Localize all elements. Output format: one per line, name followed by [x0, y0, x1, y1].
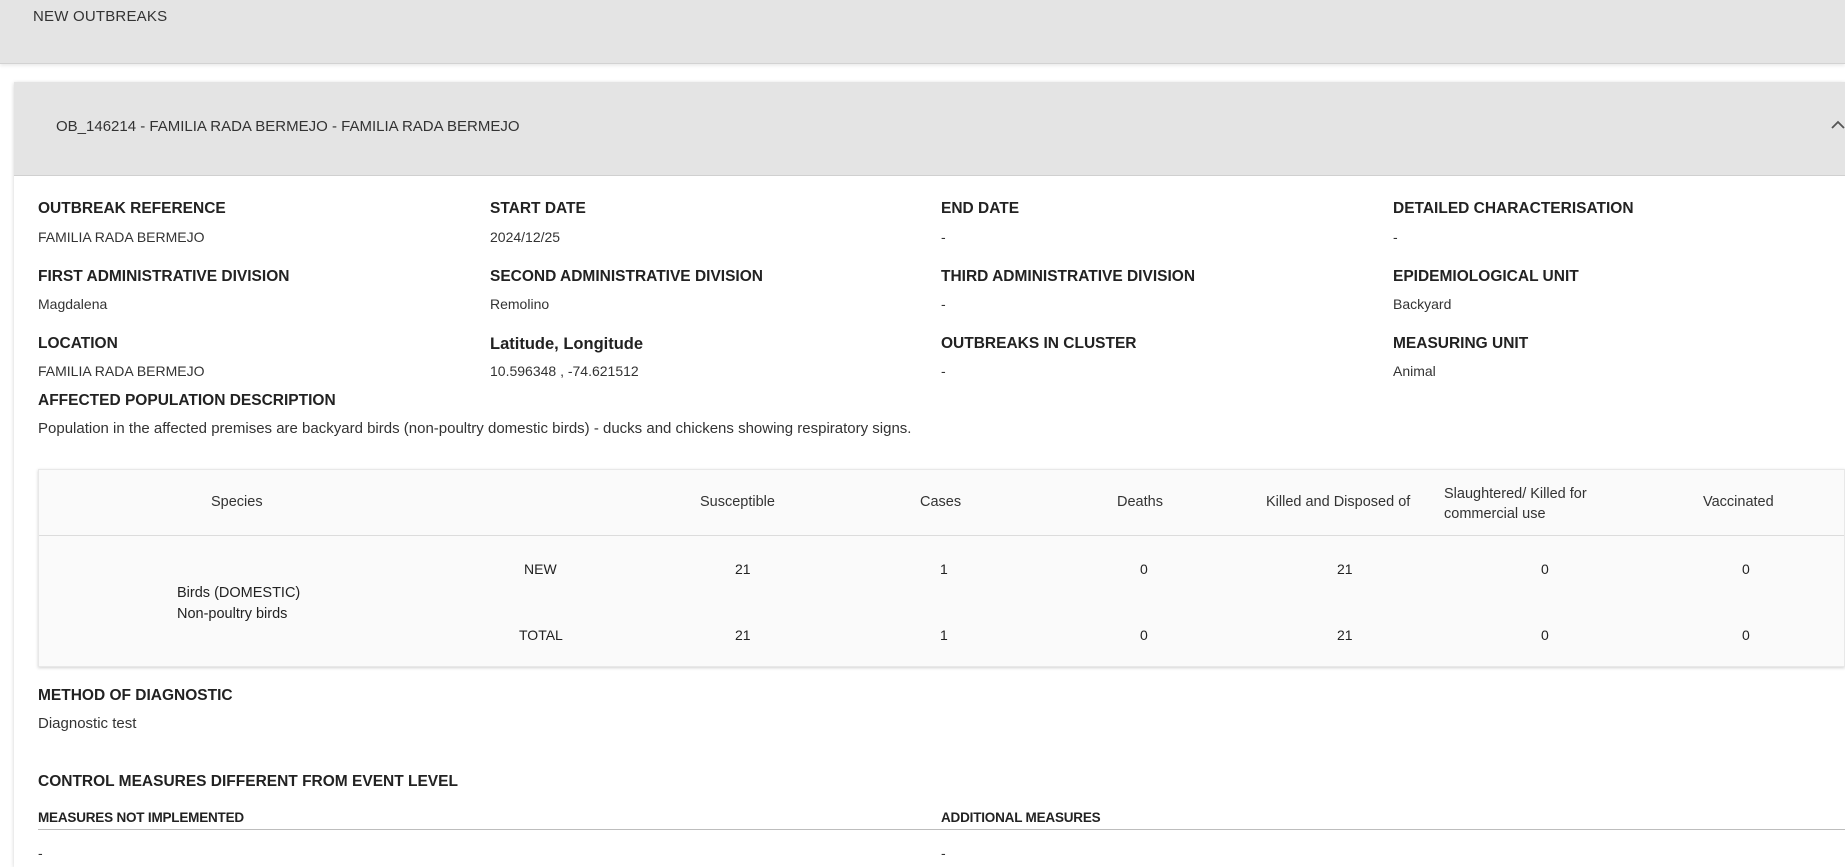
method-of-diagnostic-label: METHOD OF DIAGNOSTIC — [38, 687, 233, 704]
second-admin-division-label: SECOND ADMINISTRATIVE DIVISION — [490, 268, 763, 285]
slaughtered-cell: 0 — [1541, 561, 1549, 577]
column-header-species: Species — [211, 494, 263, 510]
measures-not-implemented-label: MEASURES NOT IMPLEMENTED — [38, 810, 244, 825]
outbreak-reference-label: OUTBREAK REFERENCE — [38, 200, 226, 217]
column-header-killed-disposed: Killed and Disposed of — [1266, 494, 1411, 510]
start-date-label: START DATE — [490, 200, 586, 217]
species-category: Birds (DOMESTIC) — [177, 585, 301, 601]
species-subcategory: Non-poultry birds — [177, 606, 288, 622]
lat-long-value: 10.596348 , -74.621512 — [490, 363, 639, 379]
additional-measures-value: - — [941, 845, 946, 861]
outbreak-reference-value: FAMILIA RADA BERMEJO — [38, 229, 205, 245]
section-title: NEW OUTBREAKS — [33, 8, 168, 25]
chevron-up-icon[interactable] — [1829, 116, 1845, 134]
killed-disposed-cell: 21 — [1337, 627, 1353, 643]
outbreaks-in-cluster-label: OUTBREAKS IN CLUSTER — [941, 335, 1137, 352]
slaughtered-cell: 0 — [1541, 627, 1549, 643]
third-admin-division-label: THIRD ADMINISTRATIVE DIVISION — [941, 268, 1196, 285]
cases-cell: 1 — [940, 627, 948, 643]
killed-disposed-cell: 21 — [1337, 561, 1353, 577]
column-header-cases: Cases — [920, 494, 962, 510]
affected-population-label: AFFECTED POPULATION DESCRIPTION — [38, 392, 336, 409]
second-admin-division-value: Remolino — [490, 296, 550, 312]
section-header: NEW OUTBREAKS — [0, 0, 1845, 64]
column-header-susceptible: Susceptible — [700, 494, 775, 510]
first-admin-division-label: FIRST ADMINISTRATIVE DIVISION — [38, 268, 290, 285]
row-type: TOTAL — [519, 627, 563, 643]
species-cell: Birds (DOMESTIC) Non-poultry birds — [177, 583, 300, 625]
column-header-deaths: Deaths — [1117, 494, 1163, 510]
end-date-value: - — [941, 229, 946, 245]
deaths-cell: 0 — [1140, 561, 1148, 577]
susceptible-cell: 21 — [735, 627, 751, 643]
epidemiological-unit-value: Backyard — [1393, 296, 1452, 312]
column-header-slaughtered-line1: Slaughtered/ Killed for — [1444, 486, 1587, 502]
column-header-vaccinated: Vaccinated — [1703, 494, 1774, 510]
detailed-characterisation-value: - — [1393, 229, 1398, 245]
deaths-cell: 0 — [1140, 627, 1148, 643]
location-label: LOCATION — [38, 335, 118, 352]
epidemiological-unit-label: EPIDEMIOLOGICAL UNIT — [1393, 268, 1579, 285]
outbreak-title: OB_146214 - FAMILIA RADA BERMEJO - FAMIL… — [56, 118, 520, 135]
measuring-unit-label: MEASURING UNIT — [1393, 335, 1529, 352]
outbreaks-in-cluster-value: - — [941, 363, 946, 379]
column-header-slaughtered-line2: commercial use — [1444, 506, 1546, 522]
outbreak-card-header[interactable]: OB_146214 - FAMILIA RADA BERMEJO - FAMIL… — [14, 82, 1845, 176]
third-admin-division-value: - — [941, 296, 946, 312]
susceptible-cell: 21 — [735, 561, 751, 577]
first-admin-division-value: Magdalena — [38, 296, 108, 312]
species-table: Species Susceptible Cases Deaths Killed … — [38, 469, 1845, 667]
column-header-slaughtered: Slaughtered/ Killed for commercial use — [1444, 484, 1587, 524]
lat-long-label: Latitude, Longitude — [490, 335, 644, 353]
end-date-label: END DATE — [941, 200, 1020, 217]
cases-cell: 1 — [940, 561, 948, 577]
vaccinated-cell: 0 — [1742, 561, 1750, 577]
measures-divider — [38, 829, 1845, 830]
location-value: FAMILIA RADA BERMEJO — [38, 363, 205, 379]
additional-measures-label: ADDITIONAL MEASURES — [941, 810, 1101, 825]
start-date-value: 2024/12/25 — [490, 229, 561, 245]
control-measures-label: CONTROL MEASURES DIFFERENT FROM EVENT LE… — [38, 773, 458, 790]
row-type: NEW — [524, 561, 557, 577]
method-of-diagnostic-value: Diagnostic test — [38, 715, 137, 732]
affected-population-text: Population in the affected premises are … — [38, 420, 912, 437]
measures-not-implemented-value: - — [38, 845, 43, 861]
measuring-unit-value: Animal — [1393, 363, 1436, 379]
vaccinated-cell: 0 — [1742, 627, 1750, 643]
table-header-divider — [39, 535, 1844, 536]
detailed-characterisation-label: DETAILED CHARACTERISATION — [1393, 200, 1634, 217]
